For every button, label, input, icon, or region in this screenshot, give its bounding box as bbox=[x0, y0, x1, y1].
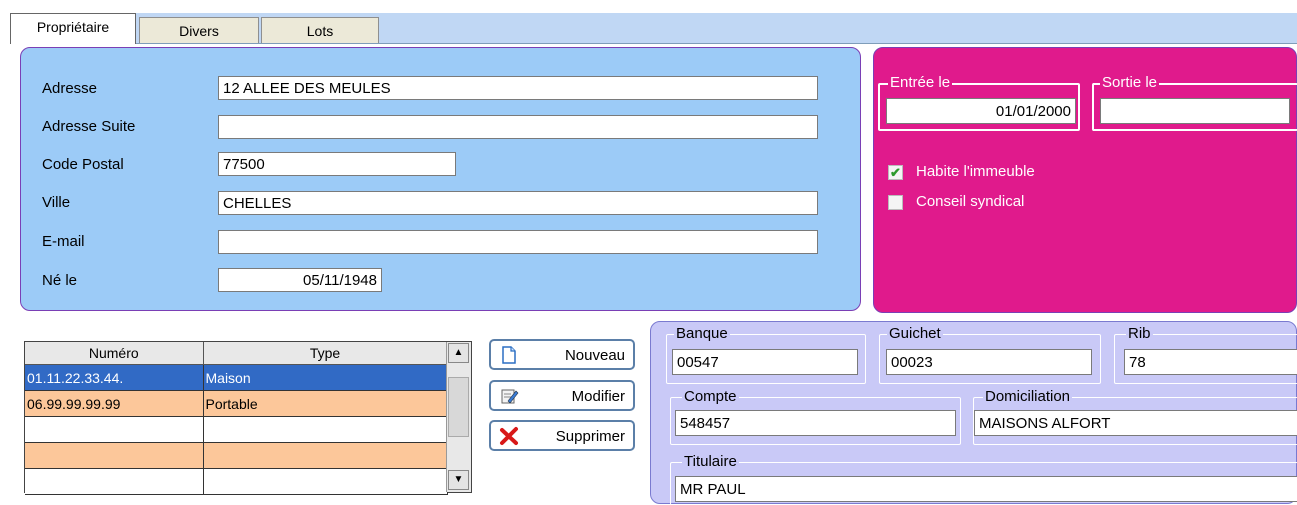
column-header-type[interactable]: Type bbox=[203, 342, 448, 365]
bank-panel: Banque Guichet Rib Compte Domiciliation … bbox=[650, 321, 1297, 505]
sortie-label: Sortie le bbox=[1100, 74, 1160, 91]
column-header-numero[interactable]: Numéro bbox=[25, 342, 204, 365]
ville-field[interactable] bbox=[218, 191, 818, 215]
domiciliation-label: Domiciliation bbox=[983, 388, 1073, 405]
modifier-label: Modifier bbox=[571, 388, 625, 405]
tab-divers[interactable]: Divers bbox=[139, 17, 259, 43]
code-postal-field[interactable] bbox=[218, 152, 456, 176]
table-scrollbar[interactable]: ▲ ▼ bbox=[446, 342, 471, 492]
email-field[interactable] bbox=[218, 230, 818, 254]
table-row[interactable]: 06.99.99.99.99 Portable bbox=[25, 390, 448, 417]
cell-type bbox=[203, 416, 448, 443]
adresse-suite-field[interactable] bbox=[218, 115, 818, 139]
sortie-date-field[interactable] bbox=[1100, 98, 1290, 124]
guichet-label: Guichet bbox=[887, 325, 943, 342]
table-row[interactable] bbox=[25, 468, 448, 495]
ville-label: Ville bbox=[42, 194, 71, 211]
cell-numero: 06.99.99.99.99 bbox=[25, 390, 204, 417]
birth-date-field[interactable] bbox=[218, 268, 382, 292]
conseil-label: Conseil syndical bbox=[916, 193, 1025, 210]
supprimer-label: Supprimer bbox=[555, 428, 625, 445]
habite-checkbox[interactable]: ✔ bbox=[888, 165, 903, 180]
arrow-down-icon: ▼ bbox=[453, 474, 464, 485]
entree-label: Entrée le bbox=[888, 74, 953, 91]
check-icon: ✔ bbox=[890, 165, 901, 180]
scroll-up-button[interactable]: ▲ bbox=[448, 343, 469, 363]
cell-type: Maison bbox=[203, 364, 448, 391]
phone-table[interactable]: Numéro Type 01.11.22.33.44. Maison 06.99… bbox=[24, 341, 472, 495]
cell-type bbox=[203, 468, 448, 495]
compte-field[interactable] bbox=[675, 410, 956, 436]
table-row[interactable]: 01.11.22.33.44. Maison bbox=[25, 364, 448, 391]
new-document-icon bbox=[502, 346, 516, 364]
cell-numero: 01.11.22.33.44. bbox=[25, 364, 204, 391]
cell-type bbox=[203, 442, 448, 469]
cell-numero bbox=[25, 416, 204, 443]
adresse-field[interactable] bbox=[218, 76, 818, 100]
cell-numero bbox=[25, 468, 204, 495]
modifier-button[interactable]: Modifier bbox=[489, 380, 635, 411]
ne-le-label: Né le bbox=[42, 272, 78, 289]
banque-field[interactable] bbox=[672, 349, 858, 375]
supprimer-button[interactable]: Supprimer bbox=[489, 420, 635, 451]
cell-type: Portable bbox=[203, 390, 448, 417]
tab-lots[interactable]: Lots bbox=[261, 17, 379, 43]
domiciliation-field[interactable] bbox=[974, 410, 1297, 436]
guichet-field[interactable] bbox=[886, 349, 1092, 375]
delete-x-icon bbox=[500, 427, 518, 445]
code-postal-label: Code Postal bbox=[42, 156, 124, 173]
nouveau-label: Nouveau bbox=[564, 347, 625, 364]
nouveau-button[interactable]: Nouveau bbox=[489, 339, 635, 370]
adresse-suite-label: Adresse Suite bbox=[42, 118, 136, 135]
arrow-up-icon: ▲ bbox=[453, 347, 464, 358]
tab-bar: Propriétaire Divers Lots bbox=[10, 13, 1297, 44]
titulaire-label: Titulaire bbox=[682, 453, 739, 470]
edit-icon bbox=[501, 389, 519, 404]
cell-numero bbox=[25, 442, 204, 469]
table-row[interactable] bbox=[25, 416, 448, 443]
table-row[interactable] bbox=[25, 442, 448, 469]
address-panel: Adresse Adresse Suite Code Postal Ville … bbox=[20, 47, 861, 311]
habite-label: Habite l'immeuble bbox=[916, 163, 1035, 180]
conseil-checkbox[interactable] bbox=[888, 195, 903, 210]
rib-label: Rib bbox=[1126, 325, 1153, 342]
status-panel: Entrée le Sortie le ✔ Habite l'immeuble … bbox=[873, 47, 1297, 313]
titulaire-field[interactable] bbox=[675, 476, 1297, 502]
scroll-down-button[interactable]: ▼ bbox=[448, 470, 469, 490]
compte-label: Compte bbox=[682, 388, 739, 405]
entree-date-field[interactable] bbox=[886, 98, 1076, 124]
rib-field[interactable] bbox=[1124, 349, 1297, 375]
tab-proprietaire[interactable]: Propriétaire bbox=[10, 13, 136, 44]
window-top-edge bbox=[0, 0, 1297, 7]
banque-label: Banque bbox=[674, 325, 730, 342]
email-label: E-mail bbox=[42, 233, 85, 250]
scroll-thumb[interactable] bbox=[448, 377, 469, 437]
adresse-label: Adresse bbox=[42, 80, 98, 97]
